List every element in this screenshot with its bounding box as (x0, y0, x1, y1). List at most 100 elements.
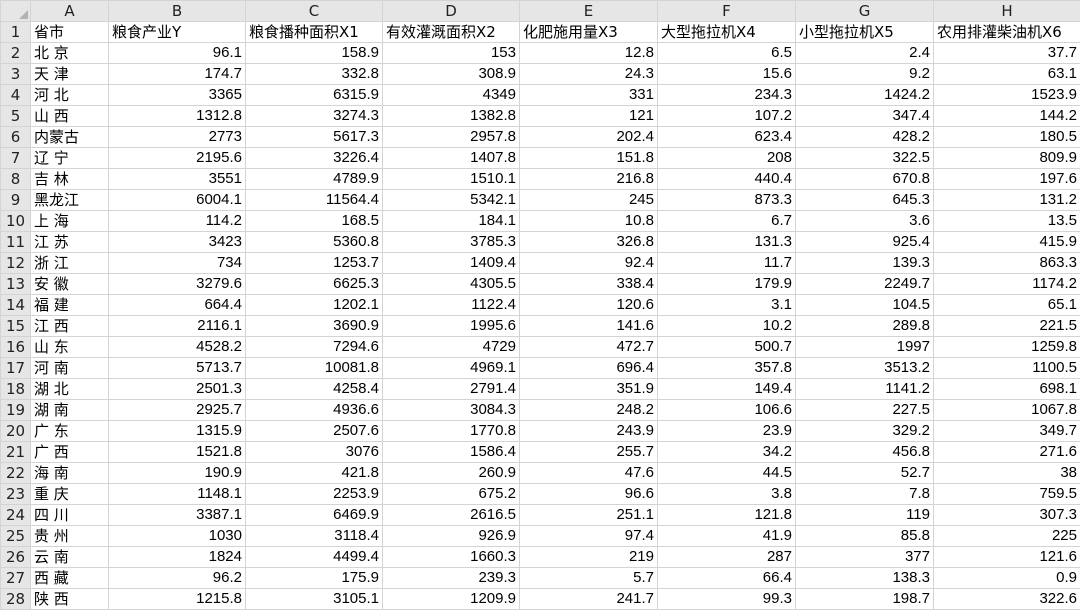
cell-value[interactable]: 3076 (245, 441, 383, 463)
cell-value[interactable]: 131.3 (657, 231, 796, 253)
cell-value[interactable]: 107.2 (657, 105, 796, 127)
cell-value[interactable]: 119 (795, 504, 934, 526)
cell-value[interactable]: 3105.1 (245, 588, 383, 610)
cell-value[interactable]: 1521.8 (108, 441, 246, 463)
row-number[interactable]: 11 (0, 231, 31, 253)
cell-value[interactable]: 3274.3 (245, 105, 383, 127)
cell-value[interactable]: 1510.1 (382, 168, 520, 190)
cell-province[interactable]: 四 川 (30, 504, 109, 526)
row-number[interactable]: 4 (0, 84, 31, 106)
cell-value[interactable]: 287 (657, 546, 796, 568)
cell-value[interactable]: 151.8 (519, 147, 658, 169)
cell-value[interactable]: 260.9 (382, 462, 520, 484)
cell-value[interactable]: 2195.6 (108, 147, 246, 169)
row-number[interactable]: 10 (0, 210, 31, 232)
cell-value[interactable]: 241.7 (519, 588, 658, 610)
cell-value[interactable]: 3785.3 (382, 231, 520, 253)
cell-value[interactable]: 4258.4 (245, 378, 383, 400)
cell-header[interactable]: 农用排灌柴油机X6 (933, 21, 1080, 43)
cell-province[interactable]: 辽 宁 (30, 147, 109, 169)
cell-value[interactable]: 3513.2 (795, 357, 934, 379)
cell-province[interactable]: 山 东 (30, 336, 109, 358)
cell-value[interactable]: 1030 (108, 525, 246, 547)
cell-value[interactable]: 4528.2 (108, 336, 246, 358)
cell-value[interactable]: 759.5 (933, 483, 1080, 505)
cell-value[interactable]: 179.9 (657, 273, 796, 295)
cell-header[interactable]: 小型拖拉机X5 (795, 21, 934, 43)
cell-value[interactable]: 2501.3 (108, 378, 246, 400)
cell-value[interactable]: 1770.8 (382, 420, 520, 442)
cell-value[interactable]: 307.3 (933, 504, 1080, 526)
cell-value[interactable]: 500.7 (657, 336, 796, 358)
cell-value[interactable]: 5617.3 (245, 126, 383, 148)
cell-province[interactable]: 西 藏 (30, 567, 109, 589)
cell-value[interactable]: 873.3 (657, 189, 796, 211)
cell-value[interactable]: 1148.1 (108, 483, 246, 505)
cell-value[interactable]: 190.9 (108, 462, 246, 484)
cell-value[interactable]: 13.5 (933, 210, 1080, 232)
cell-value[interactable]: 175.9 (245, 567, 383, 589)
cell-value[interactable]: 4349 (382, 84, 520, 106)
cell-value[interactable]: 3118.4 (245, 525, 383, 547)
cell-value[interactable]: 338.4 (519, 273, 658, 295)
cell-value[interactable]: 138.3 (795, 567, 934, 589)
cell-value[interactable]: 4305.5 (382, 273, 520, 295)
cell-value[interactable]: 1259.8 (933, 336, 1080, 358)
cell-value[interactable]: 421.8 (245, 462, 383, 484)
cell-value[interactable]: 1141.2 (795, 378, 934, 400)
cell-header[interactable]: 化肥施用量X3 (519, 21, 658, 43)
cell-value[interactable]: 96.6 (519, 483, 658, 505)
cell-value[interactable]: 1174.2 (933, 273, 1080, 295)
cell-value[interactable]: 251.1 (519, 504, 658, 526)
cell-value[interactable]: 6315.9 (245, 84, 383, 106)
column-header-b[interactable]: B (108, 0, 246, 22)
cell-value[interactable]: 4936.6 (245, 399, 383, 421)
row-number[interactable]: 2 (0, 42, 31, 64)
cell-value[interactable]: 1067.8 (933, 399, 1080, 421)
cell-value[interactable]: 377 (795, 546, 934, 568)
cell-value[interactable]: 440.4 (657, 168, 796, 190)
cell-value[interactable]: 202.4 (519, 126, 658, 148)
cell-value[interactable]: 2773 (108, 126, 246, 148)
cell-value[interactable]: 1253.7 (245, 252, 383, 274)
column-header-d[interactable]: D (382, 0, 520, 22)
cell-value[interactable]: 5360.8 (245, 231, 383, 253)
cell-value[interactable]: 1382.8 (382, 105, 520, 127)
cell-province[interactable]: 湖 南 (30, 399, 109, 421)
cell-value[interactable]: 664.4 (108, 294, 246, 316)
cell-value[interactable]: 308.9 (382, 63, 520, 85)
cell-value[interactable]: 1424.2 (795, 84, 934, 106)
cell-value[interactable]: 926.9 (382, 525, 520, 547)
cell-province[interactable]: 河 北 (30, 84, 109, 106)
cell-value[interactable]: 3.6 (795, 210, 934, 232)
cell-value[interactable]: 104.5 (795, 294, 934, 316)
cell-value[interactable]: 6469.9 (245, 504, 383, 526)
cell-value[interactable]: 415.9 (933, 231, 1080, 253)
cell-province[interactable]: 云 南 (30, 546, 109, 568)
row-number[interactable]: 17 (0, 357, 31, 379)
cell-value[interactable]: 332.8 (245, 63, 383, 85)
cell-value[interactable]: 1315.9 (108, 420, 246, 442)
cell-value[interactable]: 96.2 (108, 567, 246, 589)
cell-value[interactable]: 4789.9 (245, 168, 383, 190)
cell-value[interactable]: 6.7 (657, 210, 796, 232)
row-number[interactable]: 5 (0, 105, 31, 127)
cell-value[interactable]: 198.7 (795, 588, 934, 610)
cell-value[interactable]: 1122.4 (382, 294, 520, 316)
cell-province[interactable]: 湖 北 (30, 378, 109, 400)
cell-value[interactable]: 322.6 (933, 588, 1080, 610)
cell-value[interactable]: 7.8 (795, 483, 934, 505)
cell-value[interactable]: 208 (657, 147, 796, 169)
cell-value[interactable]: 174.7 (108, 63, 246, 85)
cell-value[interactable]: 2791.4 (382, 378, 520, 400)
cell-value[interactable]: 6.5 (657, 42, 796, 64)
cell-value[interactable]: 248.2 (519, 399, 658, 421)
cell-value[interactable]: 225 (933, 525, 1080, 547)
cell-value[interactable]: 34.2 (657, 441, 796, 463)
cell-value[interactable]: 184.1 (382, 210, 520, 232)
cell-header[interactable]: 大型拖拉机X4 (657, 21, 796, 43)
cell-value[interactable]: 255.7 (519, 441, 658, 463)
cell-province[interactable]: 重 庆 (30, 483, 109, 505)
cell-value[interactable]: 10.2 (657, 315, 796, 337)
cell-value[interactable]: 1209.9 (382, 588, 520, 610)
